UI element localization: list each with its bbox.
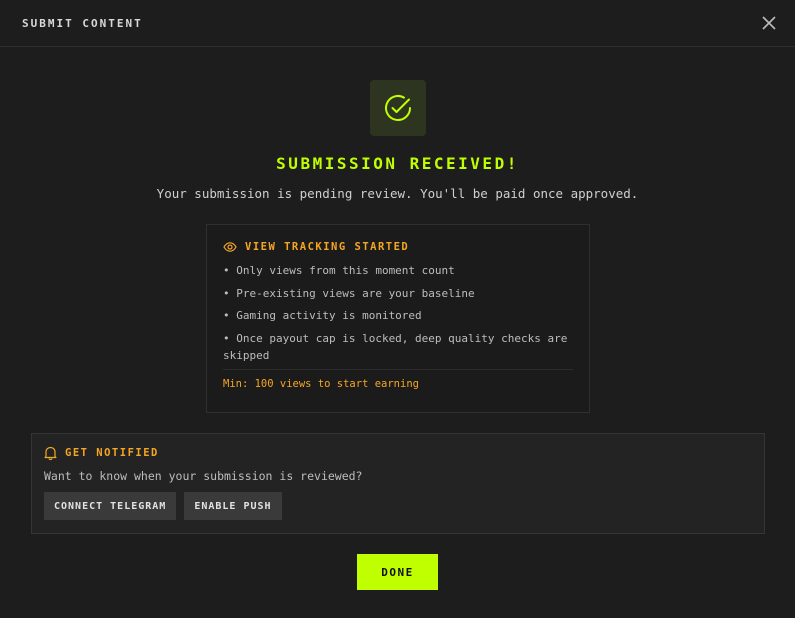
close-button[interactable] bbox=[761, 15, 777, 31]
modal-title: SUBMIT CONTENT bbox=[22, 16, 143, 30]
view-tracking-panel: VIEW TRACKING STARTED • Only views from … bbox=[206, 224, 590, 413]
tracking-rules-list: • Only views from this moment count • Pr… bbox=[223, 262, 573, 364]
divider bbox=[223, 369, 573, 370]
notification-panel: GET NOTIFIED Want to know when your subm… bbox=[31, 433, 765, 534]
min-views-note: Min: 100 views to start earning bbox=[223, 378, 419, 390]
list-item: • Only views from this moment count bbox=[223, 264, 455, 277]
bell-icon bbox=[44, 446, 57, 460]
check-circle-icon bbox=[385, 95, 411, 121]
connect-telegram-button[interactable]: CONNECT TELEGRAM bbox=[44, 492, 177, 520]
notification-actions: CONNECT TELEGRAM ENABLE PUSH bbox=[44, 492, 752, 520]
notification-title: GET NOTIFIED bbox=[65, 447, 159, 459]
notification-text: Want to know when your submission is rev… bbox=[44, 469, 363, 483]
enable-push-button[interactable]: ENABLE PUSH bbox=[184, 492, 282, 520]
success-headline: SUBMISSION RECEIVED! bbox=[276, 154, 519, 173]
list-item: • Pre-existing views are your baseline bbox=[223, 286, 475, 300]
view-tracking-heading: VIEW TRACKING STARTED bbox=[223, 241, 573, 253]
modal-header: SUBMIT CONTENT bbox=[0, 0, 795, 47]
close-icon bbox=[762, 16, 776, 30]
list-item: • Once payout cap is locked, deep qualit… bbox=[223, 331, 568, 362]
view-tracking-title: VIEW TRACKING STARTED bbox=[245, 241, 410, 253]
success-message: Your submission is pending review. You'l… bbox=[156, 186, 639, 201]
notification-heading: GET NOTIFIED bbox=[44, 446, 752, 460]
submit-content-modal: SUBMIT CONTENT SUBMISSION RECEIVED! Your… bbox=[0, 0, 795, 618]
eye-icon bbox=[223, 242, 237, 252]
list-item: • Gaming activity is monitored bbox=[223, 309, 422, 322]
done-button[interactable]: DONE bbox=[357, 554, 438, 590]
success-badge bbox=[370, 80, 426, 136]
